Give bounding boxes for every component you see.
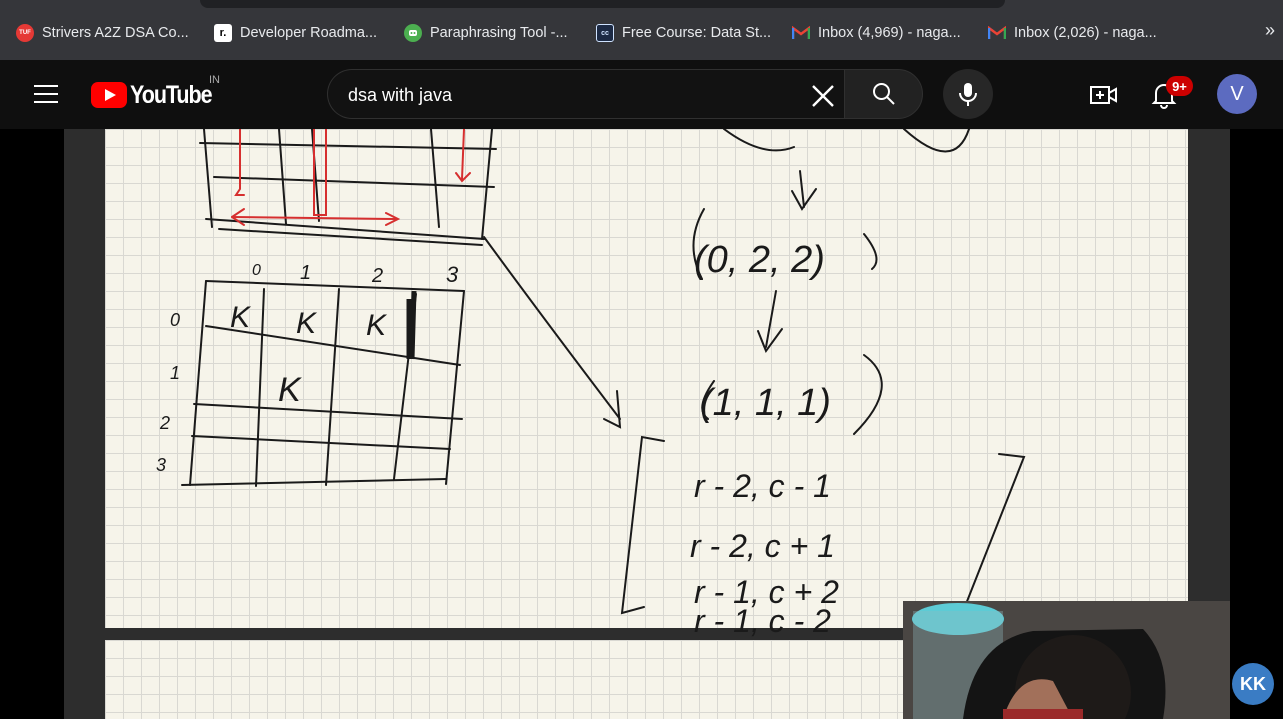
course-icon: cc xyxy=(596,24,614,42)
robot-icon xyxy=(404,24,422,42)
hamburger-menu-icon[interactable] xyxy=(22,78,70,110)
bookmark-strivers[interactable]: TUF Strivers A2Z DSA Co... xyxy=(16,20,189,46)
logo-text: YouTube xyxy=(130,80,213,109)
bookmark-label: Inbox (2,026) - naga... xyxy=(1014,25,1157,41)
channel-watermark-logo[interactable]: KK xyxy=(1232,663,1274,705)
close-icon xyxy=(812,85,834,107)
notification-count-badge: 9+ xyxy=(1166,76,1193,96)
row-header-0: 0 xyxy=(170,310,180,330)
video-player[interactable]: 0 1 2 3 0 1 2 3 K K K K (0, 2, 2) (1, 1,… xyxy=(0,129,1283,719)
gmail-icon xyxy=(792,24,810,42)
avatar[interactable]: V xyxy=(1217,74,1257,114)
microphone-icon xyxy=(959,83,977,106)
country-code: IN xyxy=(209,74,220,86)
search-box xyxy=(327,69,844,119)
cell-k-3: K xyxy=(366,309,388,342)
create-video-button[interactable] xyxy=(1085,77,1123,113)
bookmark-free-course[interactable]: cc Free Course: Data St... xyxy=(596,20,771,46)
bookmark-inbox-2[interactable]: Inbox (2,026) - naga... xyxy=(988,20,1157,46)
youtube-play-icon xyxy=(91,82,127,108)
search-input[interactable] xyxy=(348,82,768,108)
cell-k-4: K xyxy=(278,371,302,409)
row-header-3: 3 xyxy=(156,455,166,475)
more-bookmarks-chevron-icon[interactable]: » xyxy=(1265,20,1275,41)
list-line-4: r - 1, c - 2 xyxy=(694,603,831,639)
search-button[interactable] xyxy=(844,69,923,119)
youtube-logo[interactable]: YouTube xyxy=(91,80,225,110)
youtube-header: YouTube IN 9+ V xyxy=(0,60,1283,129)
row-header-2: 2 xyxy=(159,413,170,433)
roadmap-icon: r. xyxy=(214,24,232,42)
bookmark-label: Free Course: Data St... xyxy=(622,25,772,41)
tuple-2: (1, 1, 1) xyxy=(700,382,831,424)
col-header-0: 0 xyxy=(252,262,261,279)
tab-strip-edge xyxy=(200,0,1005,8)
presenter-webcam xyxy=(903,601,1230,719)
col-header-1: 1 xyxy=(300,262,311,284)
bookmark-paraphrasing[interactable]: Paraphrasing Tool -... xyxy=(404,20,568,46)
bookmark-label: Paraphrasing Tool -... xyxy=(430,25,568,41)
list-line-1: r - 2, c - 1 xyxy=(694,468,831,504)
bookmark-label: Strivers A2Z DSA Co... xyxy=(42,25,189,41)
bookmark-inbox-1[interactable]: Inbox (4,969) - naga... xyxy=(792,20,961,46)
row-header-1: 1 xyxy=(170,363,180,383)
tuf-icon: TUF xyxy=(16,24,34,42)
tuple-1: (0, 2, 2) xyxy=(694,239,825,281)
search-icon xyxy=(872,83,895,105)
col-header-2: 2 xyxy=(371,265,383,287)
gmail-icon xyxy=(988,24,1006,42)
bookmark-roadmap[interactable]: r. Developer Roadma... xyxy=(214,20,377,46)
bookmark-label: Developer Roadma... xyxy=(240,25,378,41)
bookmarks-bar: TUF Strivers A2Z DSA Co... r. Developer … xyxy=(0,0,1283,60)
clear-search-button[interactable] xyxy=(806,79,840,113)
cell-k-1: K xyxy=(230,301,252,334)
list-line-2: r - 2, c + 1 xyxy=(690,528,835,564)
cell-k-2: K xyxy=(296,307,318,340)
video-camera-plus-icon xyxy=(1090,86,1117,104)
presenter-image xyxy=(903,601,1230,719)
bookmark-label: Inbox (4,969) - naga... xyxy=(818,25,961,41)
voice-search-button[interactable] xyxy=(943,69,993,119)
col-header-3: 3 xyxy=(446,262,459,287)
